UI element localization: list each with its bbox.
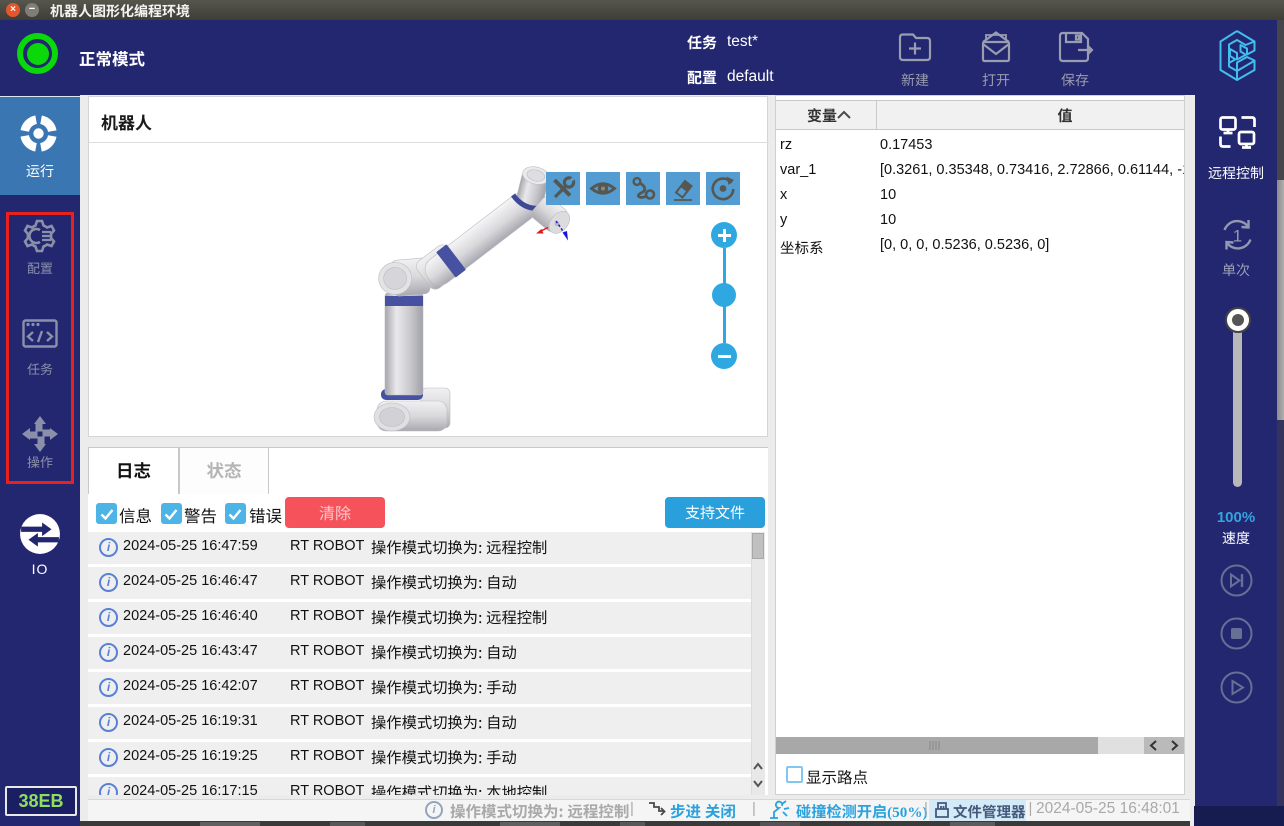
svg-text:1: 1 [1233, 227, 1242, 246]
